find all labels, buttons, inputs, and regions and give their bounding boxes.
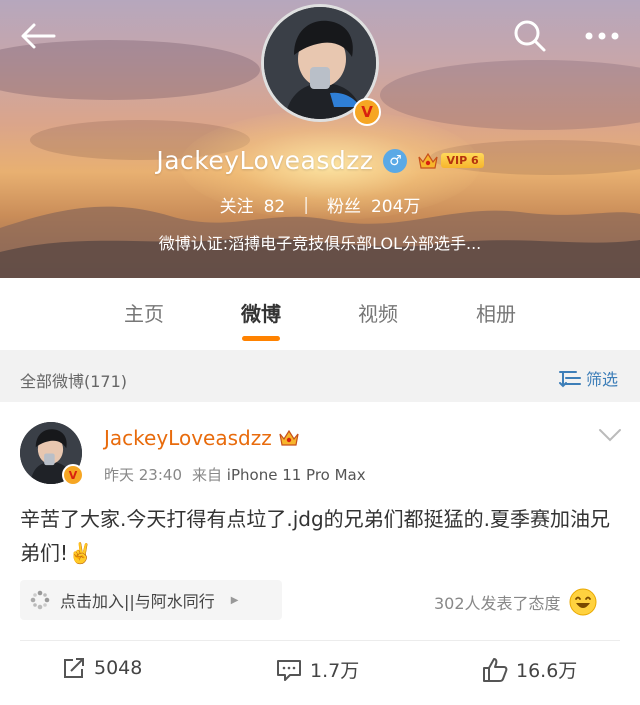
filter-label: 筛选 — [586, 370, 619, 389]
like-icon — [483, 657, 508, 682]
filter-bar: 全部微博(171) 筛选 — [0, 356, 640, 400]
profile-banner: V JackeyLoveasdzz ♂ VIP 6 关注 82 | 粉丝 204万 … — [0, 0, 640, 278]
fans-count: 204万 — [370, 197, 421, 217]
verification-text: 微博认证:滔搏电子竞技俱乐部LOL分部选手... — [158, 234, 482, 253]
emoji-icon — [569, 588, 597, 616]
profile-username: JackeyLoveasdzz — [156, 146, 374, 175]
search-button[interactable] — [508, 14, 552, 58]
filter-button[interactable]: 筛选 — [558, 366, 618, 390]
comment-icon — [277, 659, 301, 681]
comment-count: 1.7万 — [310, 660, 360, 682]
source-prefix: 来自 — [192, 466, 223, 484]
post-body: 辛苦了大家.今天打得有点垃了.jdg的兄弟们都挺猛的.夏季赛加油兄弟们!✌️ — [20, 507, 611, 565]
source-device: iPhone 11 Pro Max — [226, 466, 366, 484]
more-button[interactable] — [580, 14, 624, 58]
gender-male-icon: ♂ — [383, 148, 408, 173]
back-arrow-icon — [21, 23, 56, 49]
stats-divider: | — [303, 194, 309, 215]
follow-count: 82 — [263, 197, 286, 217]
like-count: 16.6万 — [516, 660, 578, 682]
card-divider — [20, 640, 620, 641]
profile-tabs: 主页 微博 视频 相册 — [0, 278, 640, 350]
fans-label: 粉丝 — [326, 197, 361, 217]
verified-v-icon: V — [62, 464, 84, 486]
post-actions: 5048 1.7万 16.6万 — [0, 652, 640, 692]
topic-chip-label: 点击加入||与阿水同行 — [60, 592, 215, 611]
search-icon — [514, 20, 546, 52]
back-button[interactable] — [16, 14, 60, 58]
chevron-down-icon[interactable] — [598, 428, 622, 442]
repost-button[interactable]: 5048 — [62, 656, 142, 680]
attitude-summary[interactable]: 302人发表了态度 — [434, 588, 597, 616]
verified-v-icon: V — [353, 98, 381, 126]
filter-icon — [559, 371, 581, 388]
banner-cloud — [380, 60, 640, 130]
chip-arrow-icon: ▶ — [230, 594, 239, 606]
vip-crown-icon — [279, 429, 299, 446]
banner-mountains — [0, 206, 640, 278]
repost-icon — [64, 658, 84, 678]
tab-weibo[interactable]: 微博 — [221, 298, 301, 327]
post-time: 昨天 23:40 — [104, 466, 182, 484]
post-count: 全部微博(171) — [20, 372, 128, 391]
more-icon — [585, 32, 619, 40]
follow-label: 关注 — [219, 197, 254, 217]
tab-video[interactable]: 视频 — [338, 298, 418, 327]
tab-home[interactable]: 主页 — [104, 298, 184, 327]
vip-level-tag: VIP 6 — [441, 153, 484, 168]
attitude-text: 302人发表了态度 — [434, 594, 561, 613]
active-tab-indicator — [242, 336, 280, 341]
vip-crown-icon — [418, 152, 439, 169]
tab-album[interactable]: 相册 — [456, 298, 536, 327]
fans-stat[interactable]: 粉丝 204万 — [327, 192, 420, 217]
like-button[interactable]: 16.6万 — [482, 656, 577, 683]
topic-icon — [30, 590, 50, 610]
post-source: 来自 iPhone 11 Pro Max — [192, 464, 366, 485]
comment-button[interactable]: 1.7万 — [276, 656, 359, 683]
repost-count: 5048 — [94, 657, 143, 679]
vip-badge[interactable]: VIP 6 — [417, 151, 484, 171]
topic-chip[interactable]: 点击加入||与阿水同行 ▶ — [20, 580, 282, 620]
post-author-name[interactable]: JackeyLoveasdzz — [104, 426, 272, 450]
post-card: V JackeyLoveasdzz 昨天 23:40 来自 iPhone 11 … — [0, 402, 640, 705]
follow-stat[interactable]: 关注 82 — [220, 192, 286, 217]
